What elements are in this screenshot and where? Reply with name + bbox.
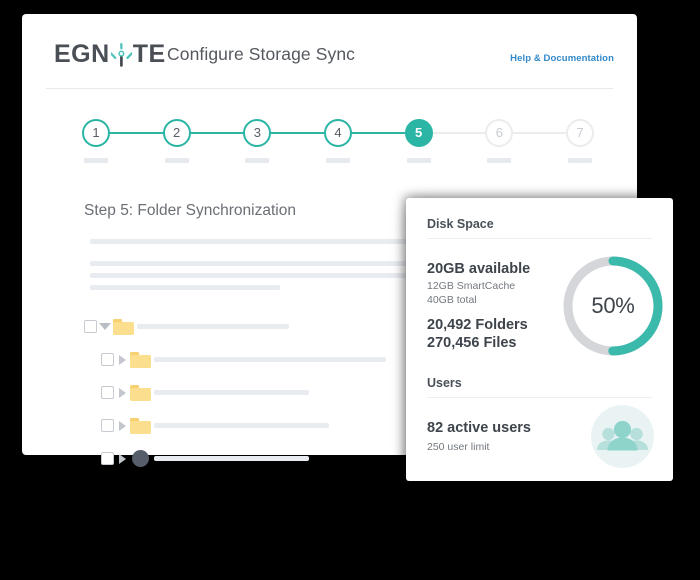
circle-node-icon <box>132 450 149 467</box>
logo-text-right: TE <box>132 40 166 68</box>
step-5[interactable]: 5 <box>403 119 435 163</box>
row-checkbox[interactable] <box>101 452 114 465</box>
wizard-stepper: 1 2 3 4 5 6 7 <box>80 119 596 177</box>
step-4[interactable]: 4 <box>322 119 354 163</box>
disk-space-title: Disk Space <box>427 217 494 231</box>
step-6-label-placeholder <box>487 158 512 163</box>
row-name-placeholder <box>154 357 386 362</box>
folder-icon <box>130 417 151 434</box>
logo-text-left: EGN <box>54 40 110 68</box>
step-5-number[interactable]: 5 <box>404 119 433 147</box>
help-documentation-link[interactable]: Help & Documentation <box>510 53 614 64</box>
step-2[interactable]: 2 <box>161 119 193 163</box>
step-4-label-placeholder <box>326 158 350 163</box>
step-7-label-placeholder <box>568 158 592 163</box>
folder-icon <box>130 351 151 368</box>
chevron-down-icon[interactable] <box>97 323 113 330</box>
row-checkbox[interactable] <box>101 419 114 432</box>
row-checkbox[interactable] <box>101 386 114 399</box>
header-divider <box>46 88 613 89</box>
step-2-label-placeholder <box>164 158 189 163</box>
folder-count: 20,492 Folders <box>427 317 528 333</box>
step-5-label-placeholder <box>406 158 431 163</box>
step-3-number[interactable]: 3 <box>243 119 272 147</box>
row-name-placeholder <box>154 456 309 461</box>
users-divider <box>427 397 652 398</box>
file-count: 270,456 Files <box>427 335 517 351</box>
folder-icon <box>113 318 134 335</box>
step-3[interactable]: 3 <box>241 119 273 163</box>
row-name-placeholder <box>154 390 309 395</box>
disk-space-divider <box>427 238 652 239</box>
users-title: Users <box>427 376 462 390</box>
placeholder-line <box>90 285 280 290</box>
user-limit: 250 user limit <box>427 441 490 453</box>
step-1-label-placeholder <box>84 158 108 163</box>
step-7-number[interactable]: 7 <box>566 119 594 147</box>
row-name-placeholder <box>154 423 329 428</box>
disk-total: 40GB total <box>427 294 477 306</box>
card-header: EGN TE Configure Storage Sync Help & Doc… <box>22 14 637 89</box>
disk-available: 20GB available <box>427 261 531 277</box>
folder-icon <box>130 384 151 401</box>
step-6[interactable]: 6 <box>483 119 515 163</box>
disk-usage-donut-chart: 50% <box>559 252 667 360</box>
step-heading: Step 5: Folder Synchronization <box>84 202 296 219</box>
chevron-right-icon[interactable] <box>114 354 130 365</box>
row-name-placeholder <box>137 324 289 329</box>
egnyte-logo: EGN TE <box>54 42 166 67</box>
step-7[interactable]: 7 <box>564 119 596 163</box>
step-2-number[interactable]: 2 <box>162 119 191 147</box>
row-checkbox[interactable] <box>84 320 97 333</box>
step-6-number[interactable]: 6 <box>485 119 514 147</box>
step-4-number[interactable]: 4 <box>324 119 352 147</box>
step-1-number[interactable]: 1 <box>82 119 110 147</box>
chevron-right-icon[interactable] <box>114 453 130 464</box>
step-1[interactable]: 1 <box>80 119 112 163</box>
users-group-icon <box>591 405 654 468</box>
step-3-label-placeholder <box>245 158 270 163</box>
summary-panel: Disk Space 20GB available 12GB SmartCach… <box>406 198 673 481</box>
chevron-right-icon[interactable] <box>114 420 130 431</box>
active-users: 82 active users <box>427 420 531 436</box>
row-checkbox[interactable] <box>101 353 114 366</box>
disk-smartcache: 12GB SmartCache <box>427 280 516 292</box>
page-title: Configure Storage Sync <box>167 44 356 64</box>
egnyte-y-mark-icon <box>109 42 133 67</box>
chevron-right-icon[interactable] <box>114 387 130 398</box>
donut-percent-label: 50% <box>591 293 635 318</box>
